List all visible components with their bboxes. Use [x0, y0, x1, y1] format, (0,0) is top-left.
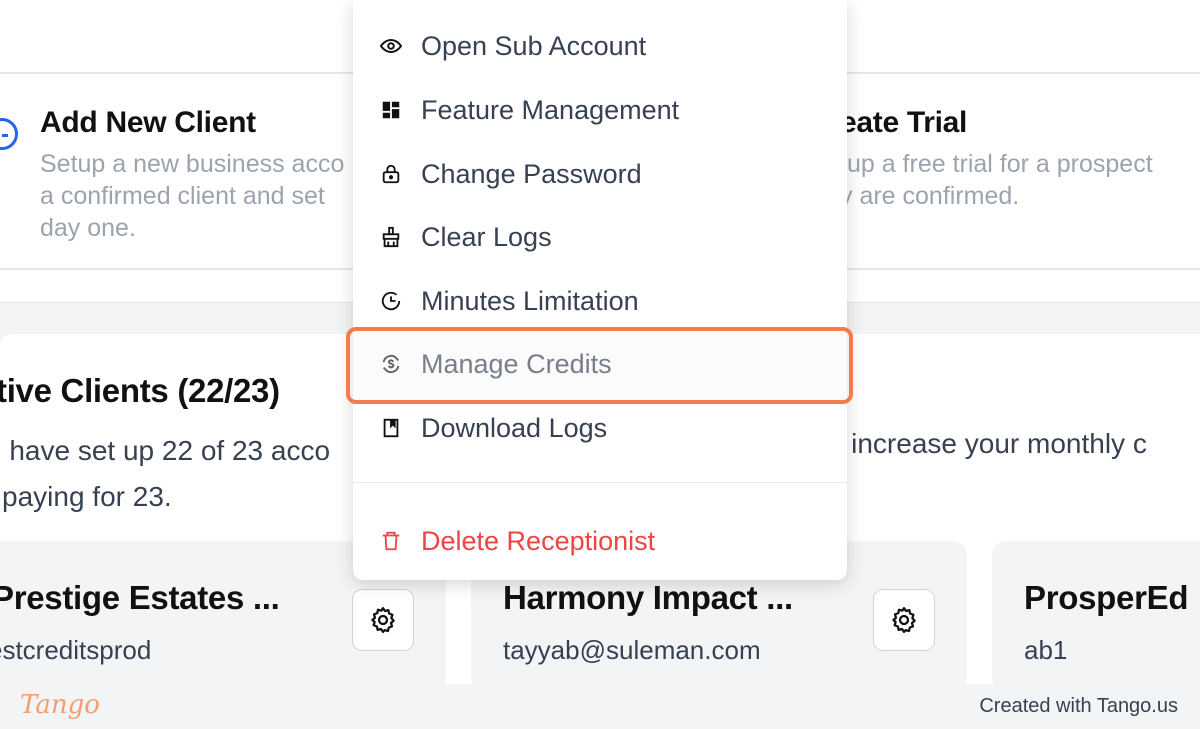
menu-item-delete-receptionist[interactable]: Delete Receptionist [353, 511, 847, 571]
client-settings-button[interactable] [352, 589, 414, 651]
created-with-text: Created with Tango.us [979, 695, 1178, 717]
active-clients-title: tive Clients (22/23) [0, 372, 280, 409]
trash-icon [377, 527, 405, 555]
broom-icon [377, 223, 405, 251]
gear-icon [371, 607, 395, 633]
clock-icon [377, 287, 405, 315]
bookmark-icon [377, 414, 405, 442]
active-clients-desc-line: u have set up 22 of 23 acco [0, 435, 331, 466]
step-highlight-box [346, 327, 853, 404]
menu-item-change-password[interactable]: Change Password [353, 144, 847, 204]
client-name: Prestige Estates ... [0, 579, 280, 616]
client-email: ab1 [1024, 635, 1068, 665]
client-name: Harmony Impact ... [503, 579, 793, 616]
create-trial-title: eate Trial [840, 106, 968, 139]
client-email: estcreditsprod [0, 635, 152, 665]
client-actions-menu: Open Sub Account Feature Management Chan… [353, 0, 847, 580]
client-card[interactable]: ProsperEd ab1 [992, 541, 1200, 691]
gear-icon [892, 607, 916, 633]
tango-logo: Tango [20, 690, 100, 720]
create-trial-description: up a free trial for a prospect y are con… [840, 148, 1200, 212]
create-trial-desc-line: y are confirmed. [840, 182, 1020, 210]
menu-item-label: Download Logs [421, 412, 608, 443]
active-clients-desc-right: ot increase your monthly c [820, 428, 1147, 459]
menu-item-label: Open Sub Account [421, 30, 647, 61]
client-settings-button[interactable] [873, 589, 935, 651]
lock-icon [377, 160, 405, 188]
menu-item-label: Change Password [421, 158, 642, 189]
menu-item-label: Delete Receptionist [421, 525, 656, 556]
menu-item-download-logs[interactable]: Download Logs [353, 398, 847, 458]
menu-item-clear-logs[interactable]: Clear Logs [353, 207, 847, 267]
menu-divider [353, 482, 847, 483]
menu-item-minutes-limitation[interactable]: Minutes Limitation [353, 271, 847, 331]
eye-icon [377, 32, 405, 60]
grid-icon [377, 96, 405, 124]
client-name: ProsperEd [1024, 579, 1189, 616]
active-clients-description: u have set up 22 of 23 acco paying for 2… [0, 428, 330, 520]
menu-item-feature-management[interactable]: Feature Management [353, 80, 847, 140]
create-trial-desc-line: up a free trial for a prospect [840, 150, 1153, 178]
menu-item-label: Minutes Limitation [421, 285, 639, 316]
menu-item-open-sub-account[interactable]: Open Sub Account [353, 16, 847, 76]
client-email: tayyab@suleman.com [503, 635, 761, 665]
menu-item-label: Clear Logs [421, 221, 552, 252]
create-trial-card[interactable]: eate Trial up a free trial for a prospec… [840, 106, 1200, 212]
menu-item-label: Feature Management [421, 94, 680, 125]
active-clients-desc-line: paying for 23. [2, 481, 172, 512]
